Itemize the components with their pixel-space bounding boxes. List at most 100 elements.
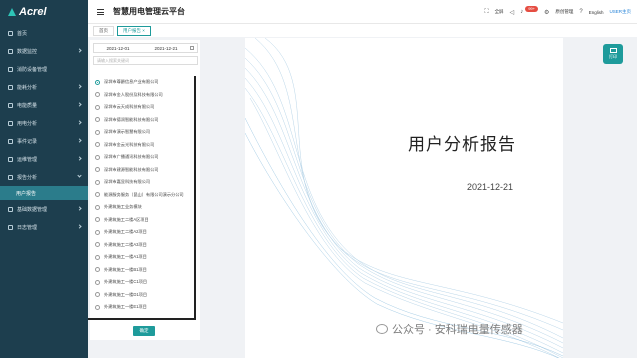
list-item-label: 外建筑施工业务模块 xyxy=(104,204,142,210)
radio-icon[interactable] xyxy=(95,229,100,235)
sidebar-item-report[interactable]: 报告分析 xyxy=(0,168,88,186)
printer-icon xyxy=(609,48,617,53)
radio-icon[interactable] xyxy=(95,304,100,310)
list-item-label: 深圳市德润智能科技有限公司 xyxy=(104,116,159,122)
sidebar-item-label: 电能质量 xyxy=(17,102,38,109)
radio-icon[interactable] xyxy=(95,129,100,135)
radio-icon[interactable] xyxy=(95,217,100,223)
radio-icon[interactable] xyxy=(95,279,100,285)
top-header: 智慧用电管理云平台 ⛶ 全屏 ◁ ♪ 99+ ⚙ 原创管理 ? English … xyxy=(88,0,637,24)
wechat-icon xyxy=(376,324,388,334)
list-item[interactable]: 深圳市金云光科技有限公司 xyxy=(88,139,194,152)
radio-icon[interactable] xyxy=(95,292,100,298)
sidebar-item-monitor[interactable]: 数据监控 xyxy=(0,42,88,60)
end-date[interactable]: 2021-12-21 xyxy=(142,46,190,51)
sidebar-item-quality[interactable]: 电能质量 xyxy=(0,96,88,114)
sidebar-item-basedata[interactable]: 基础数据管理 xyxy=(0,200,88,218)
user-menu[interactable]: USER主页 xyxy=(609,9,631,15)
watermark-text: 公众号 · 安科瑞电量传感器 xyxy=(392,324,523,336)
confirm-button[interactable]: 确定 xyxy=(133,326,155,336)
bell-icon[interactable]: ♪ xyxy=(520,9,523,15)
list-item[interactable]: 深圳市云天成科技有限公司 xyxy=(88,101,194,114)
radio-icon[interactable] xyxy=(95,267,100,273)
list-item-label: 外建筑施工一楼C1项目 xyxy=(104,279,148,285)
quality-icon xyxy=(8,102,13,108)
language-switch[interactable]: English xyxy=(589,10,604,15)
list-item-label: 外建筑施工二楼A3项目 xyxy=(104,241,147,247)
notification-badge: 99+ xyxy=(525,6,538,12)
list-item[interactable]: 深圳市金人股份及科技有限公司 xyxy=(88,89,194,102)
sidebar-nav: 首页 数据监控 消防设备管理 能耗分析 电能质量 用电分析 事件记录 运维管理 … xyxy=(0,24,88,236)
fullscreen-label[interactable]: 全屏 xyxy=(495,9,504,15)
sidebar-item-event[interactable]: 事件记录 xyxy=(0,132,88,150)
date-range-picker[interactable]: 2021-12-01 2021-12-21 xyxy=(93,43,198,53)
chevron-icon xyxy=(77,224,82,229)
radio-icon[interactable] xyxy=(95,92,100,98)
report-date: 2021-12-21 xyxy=(467,182,514,192)
radio-icon[interactable] xyxy=(95,179,100,185)
list-item[interactable]: 外建筑施工二楼A区项目 xyxy=(88,214,194,227)
list-item[interactable]: 外建筑施工一楼D1项目 xyxy=(88,289,194,302)
sound-icon[interactable]: ◁ xyxy=(510,9,515,16)
start-date[interactable]: 2021-12-01 xyxy=(94,46,142,51)
radio-icon[interactable] xyxy=(95,242,100,248)
list-item[interactable]: 深圳市演示智慧有限公司 xyxy=(88,126,194,139)
list-item[interactable]: 外建筑施工一楼C1项目 xyxy=(88,276,194,289)
radio-icon[interactable] xyxy=(95,79,100,85)
radio-icon[interactable] xyxy=(95,104,100,110)
radio-icon[interactable] xyxy=(95,204,100,210)
list-item[interactable]: 深圳市广播通讯科技有限公司 xyxy=(88,151,194,164)
list-item[interactable]: 深圳市德润智能科技有限公司 xyxy=(88,114,194,127)
fullscreen-icon[interactable]: ⛶ xyxy=(484,9,488,16)
list-item-label: 深圳市金人股份及科技有限公司 xyxy=(104,91,163,97)
feedback-link[interactable]: 原创管理 xyxy=(555,9,573,15)
logo-icon xyxy=(8,8,16,16)
log-icon xyxy=(8,224,13,230)
database-icon xyxy=(8,206,13,212)
list-item-label: 深圳市尊爵信息产业有限公司 xyxy=(104,79,159,85)
list-item[interactable]: 深圳市建源智能科技有限公司 xyxy=(88,164,194,177)
list-item-label: 深圳市建源智能科技有限公司 xyxy=(104,166,159,172)
search-input[interactable]: 请输入搜索关键词 xyxy=(93,56,198,65)
logo[interactable]: Acrel xyxy=(0,0,88,24)
tab-home[interactable]: 首页 xyxy=(93,25,114,36)
sidebar-item-label: 消防设备管理 xyxy=(17,66,48,73)
list-item[interactable]: 深圳市嘉显科技有限公司 xyxy=(88,176,194,189)
radio-icon[interactable] xyxy=(95,192,100,198)
list-item[interactable]: 外建筑施工一楼B1项目 xyxy=(88,264,194,277)
sidebar-item-log[interactable]: 日志管理 xyxy=(0,218,88,236)
calendar-icon[interactable] xyxy=(190,46,194,50)
list-item[interactable]: 外建筑施工一楼E1项目 xyxy=(88,301,194,314)
list-item[interactable]: 外建筑施工业务模块 xyxy=(88,201,194,214)
list-item-label: 深圳市云天成科技有限公司 xyxy=(104,104,155,110)
list-item-label: 深圳市广播通讯科技有限公司 xyxy=(104,154,159,160)
tab-user-report[interactable]: 用户报告 × xyxy=(117,25,151,36)
list-item[interactable]: 外建筑施工二楼A2项目 xyxy=(88,226,194,239)
sidebar-item-energy[interactable]: 能耗分析 xyxy=(0,78,88,96)
settings-icon[interactable]: ⚙ xyxy=(544,9,549,16)
print-button[interactable]: 打印 xyxy=(603,44,623,64)
list-item[interactable]: 外建筑施工一楼A1项目 xyxy=(88,251,194,264)
list-item-label: 深圳市嘉显科技有限公司 xyxy=(104,179,151,185)
list-item-label: 深圳市演示智慧有限公司 xyxy=(104,129,151,135)
radio-icon[interactable] xyxy=(95,142,100,148)
radio-icon[interactable] xyxy=(95,254,100,260)
sidebar-item-fire[interactable]: 消防设备管理 xyxy=(0,60,88,78)
list-item[interactable]: 能源服务服务（昆山）有限公司演示分公司 xyxy=(88,189,194,202)
sidebar-item-maintenance[interactable]: 运维管理 xyxy=(0,150,88,168)
help-icon[interactable]: ? xyxy=(579,9,582,15)
menu-toggle-icon[interactable] xyxy=(97,8,104,15)
header-actions: ⛶ 全屏 ◁ ♪ 99+ ⚙ 原创管理 ? English USER主页 xyxy=(484,0,631,24)
chevron-icon xyxy=(77,206,82,211)
sidebar-item-home[interactable]: 首页 xyxy=(0,24,88,42)
sidebar-item-label: 日志管理 xyxy=(17,224,38,231)
radio-icon[interactable] xyxy=(95,167,100,173)
list-item-label: 外建筑施工一楼D1项目 xyxy=(104,291,148,297)
list-item[interactable]: 外建筑施工二楼A3项目 xyxy=(88,239,194,252)
radio-icon[interactable] xyxy=(95,117,100,123)
radio-icon[interactable] xyxy=(95,154,100,160)
sidebar-item-analysis[interactable]: 用电分析 xyxy=(0,114,88,132)
list-item-label: 外建筑施工二楼A2项目 xyxy=(104,229,147,235)
sidebar-subitem-user-report[interactable]: 用户报告 xyxy=(0,186,88,200)
list-item[interactable]: 深圳市尊爵信息产业有限公司 xyxy=(88,76,194,89)
